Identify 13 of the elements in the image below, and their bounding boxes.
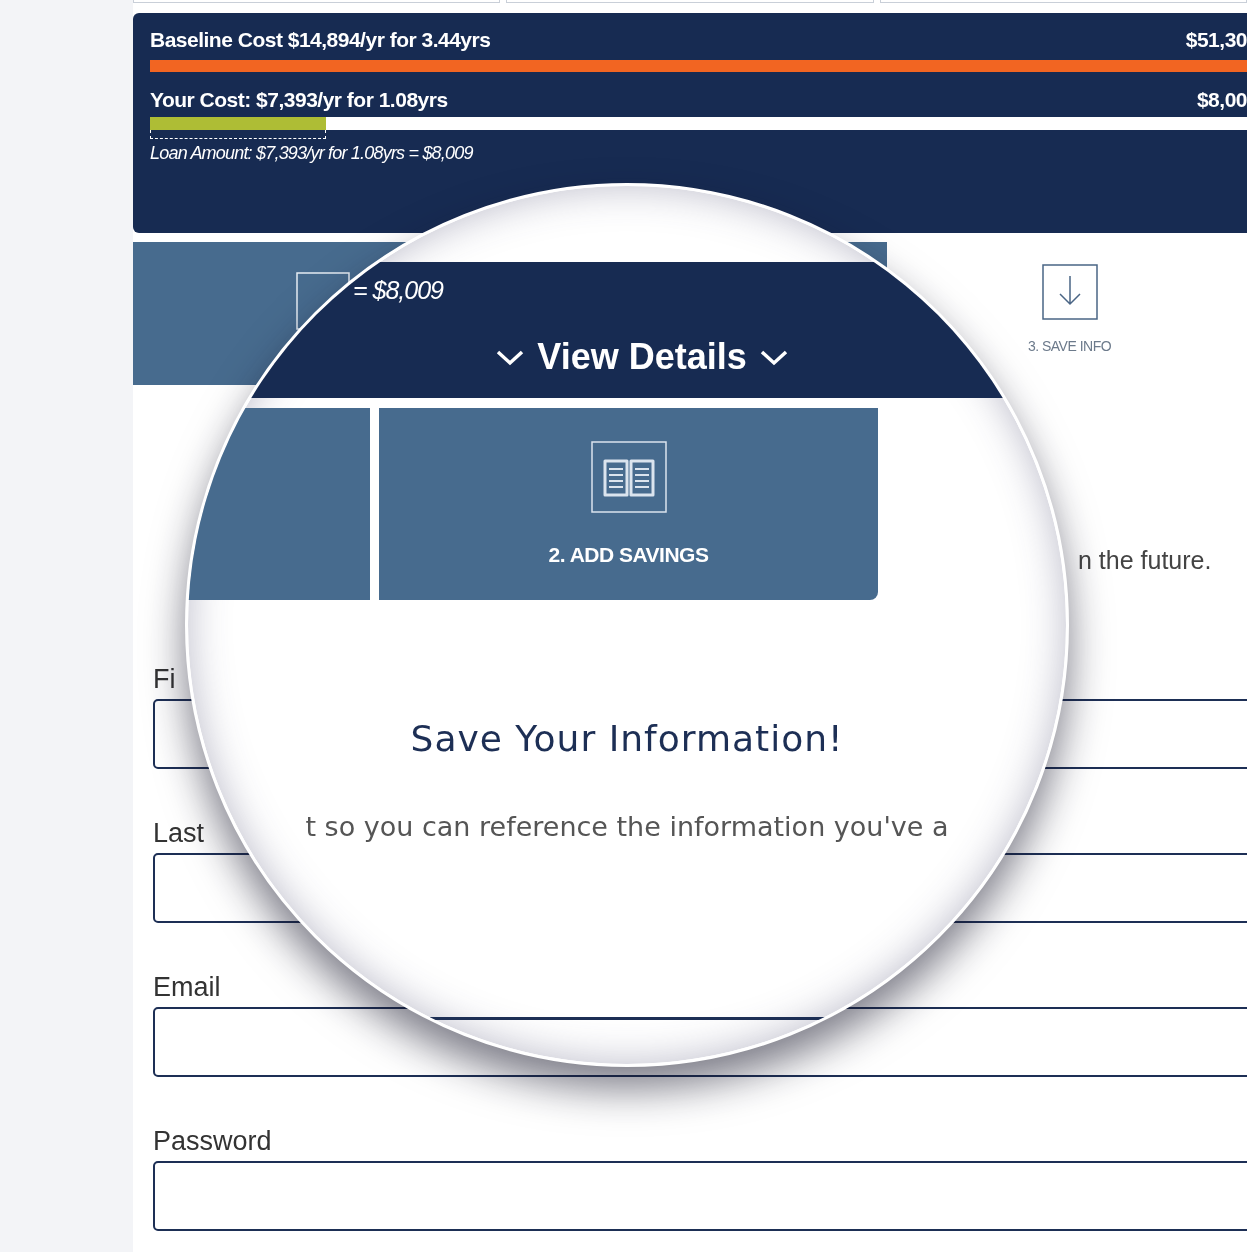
field-label: Email — [153, 972, 221, 1003]
baseline-cost-label: Baseline Cost $14,894/yr for 3.44yrs — [150, 27, 491, 52]
field-label: Last — [153, 818, 205, 849]
save-description: t so you can reference the information you've a — [305, 811, 949, 842]
intro-text: n the future. — [1078, 545, 1212, 575]
save-heading: Save Your Information! — [410, 718, 844, 759]
field-label: Password — [153, 1126, 272, 1157]
loan-total: = $8,009 — [353, 276, 443, 305]
loan-amount-note: Loan Amount: $7,393/yr for 1.08yrs = $8,009 — [150, 143, 474, 164]
your-cost-total: $8,00 — [1196, 87, 1247, 112]
your-cost-label: Your Cost: $7,393/yr for 1.08yrs — [150, 87, 448, 112]
field-label: Fi — [153, 664, 176, 695]
baseline-total: $51,30 — [1185, 27, 1247, 52]
